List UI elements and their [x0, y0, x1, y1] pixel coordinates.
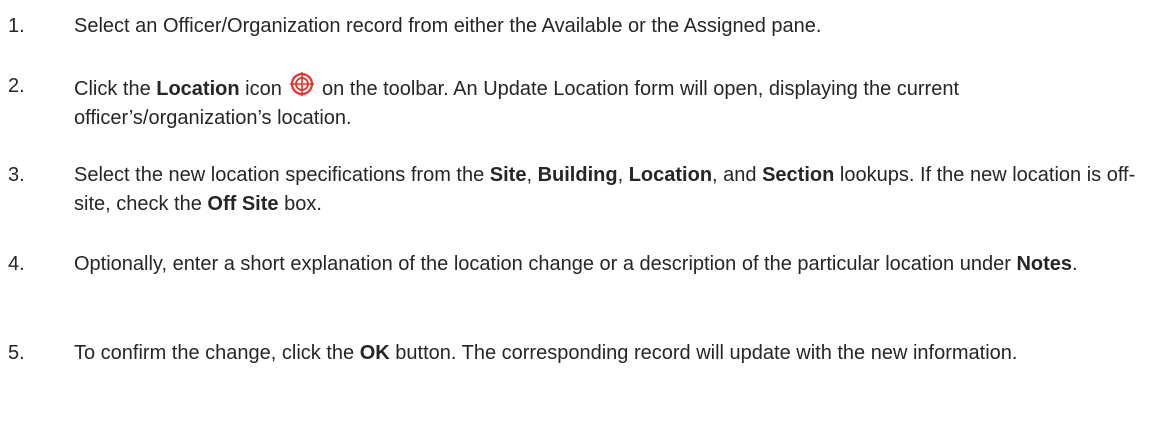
- step-number: 5.: [8, 342, 25, 364]
- ui-term-location: Location: [156, 78, 240, 100]
- step-text: Select an Officer/Organization record fr…: [74, 12, 1139, 41]
- ui-term-ok: OK: [359, 342, 390, 364]
- step-number: 4.: [8, 253, 25, 275]
- ui-term-site: Site: [489, 164, 527, 186]
- step-text-run: ,: [526, 164, 538, 186]
- step-text-run: button. The corresponding record will up…: [389, 342, 1018, 364]
- step-text: Click the Location icon on the toolbar. …: [74, 72, 1139, 133]
- step-text-run: Select an Officer/Organization record fr…: [74, 15, 822, 37]
- step-text-run: Select the new location specifications f…: [74, 164, 490, 186]
- ui-term-location: Location: [628, 164, 713, 186]
- step-text: To confirm the change, click the OK butt…: [74, 339, 1139, 368]
- step-text-run: icon: [239, 78, 288, 100]
- step-2: 2. Click the Location icon on the toolba…: [0, 72, 1153, 133]
- step-text-run: To confirm the change, click the: [74, 342, 360, 364]
- step-text-run: .: [1072, 253, 1078, 275]
- step-text-run: , and: [712, 164, 763, 186]
- ui-term-building: Building: [537, 164, 618, 186]
- step-number: 3.: [8, 164, 25, 186]
- step-text-run: Optionally, enter a short explanation of…: [74, 253, 1017, 275]
- step-number: 1.: [8, 15, 25, 37]
- step-number: 2.: [8, 75, 25, 97]
- step-text: Optionally, enter a short explanation of…: [74, 250, 1139, 279]
- ui-term-section: Section: [762, 164, 835, 186]
- step-text-run: box.: [278, 193, 322, 215]
- ui-term-notes: Notes: [1016, 253, 1073, 275]
- ui-term-off-site: Off Site: [207, 193, 279, 215]
- step-text-run: Click the: [74, 78, 157, 100]
- step-4: 4. Optionally, enter a short explanation…: [0, 250, 1153, 279]
- step-text-run: ,: [617, 164, 629, 186]
- location-target-icon: [290, 72, 315, 96]
- step-1: 1. Select an Officer/Organization record…: [0, 12, 1153, 41]
- step-5: 5. To confirm the change, click the OK b…: [0, 339, 1153, 368]
- step-text: Select the new location specifications f…: [74, 161, 1139, 219]
- step-3: 3. Select the new location specification…: [0, 161, 1153, 219]
